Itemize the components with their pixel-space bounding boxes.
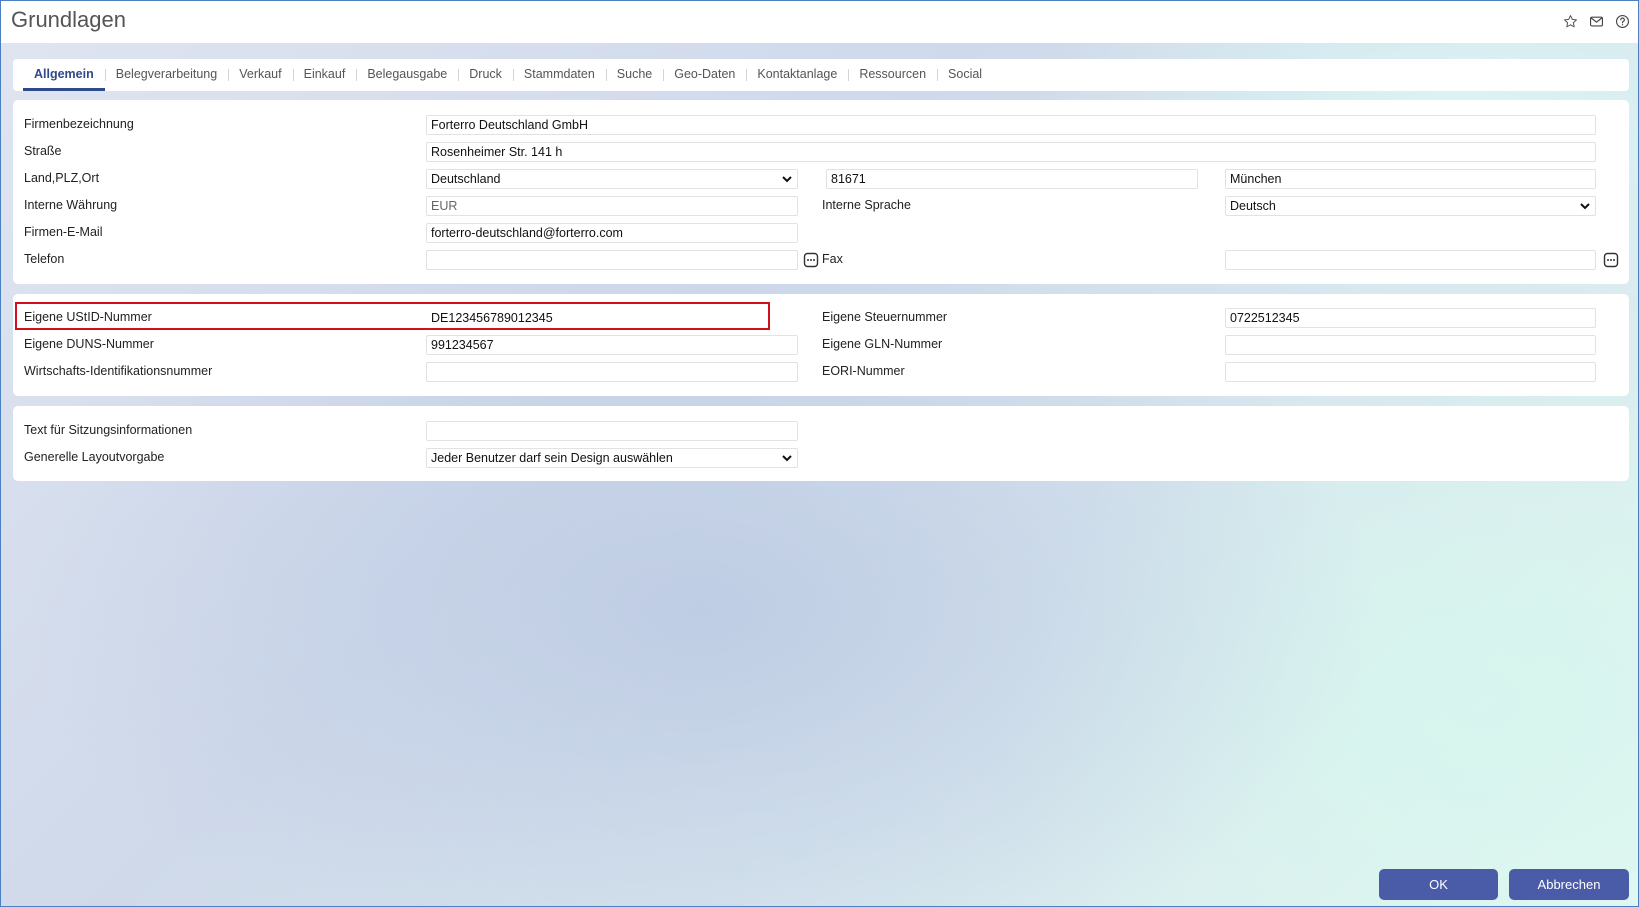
fax-input[interactable] [1225,250,1596,270]
language-select[interactable]: Deutsch [1225,196,1596,216]
phone-label: Telefon [24,252,65,266]
vat-id-label: Eigene UStID-Nummer [24,310,152,324]
zip-input[interactable] [826,169,1198,189]
tab-allgemein[interactable]: Allgemein [23,59,105,91]
eori-label: EORI-Nummer [822,364,905,378]
layout-label: Generelle Layoutvorgabe [24,450,165,464]
company-panel: Firmenbezeichnung Straße Land,PLZ,Ort De… [13,100,1629,284]
email-label: Firmen-E-Mail [24,225,103,239]
tab-einkauf[interactable]: Einkauf [292,59,357,91]
duns-input[interactable] [426,335,798,355]
chevron-down-icon [782,176,792,183]
tab-belegausgabe[interactable]: Belegausgabe [356,59,458,91]
tab-stammdaten[interactable]: Stammdaten [512,59,606,91]
more-options-icon[interactable] [1603,252,1619,268]
tax-number-input[interactable] [1225,308,1596,328]
economic-id-label: Wirtschafts-Identifikationsnummer [24,364,213,378]
more-options-icon[interactable] [803,252,819,268]
session-text-label: Text für Sitzungsinformationen [24,423,193,437]
tab-social[interactable]: Social [937,59,993,91]
country-value: Deutschland [431,172,501,186]
currency-input[interactable] [426,196,798,216]
chevron-down-icon [782,455,792,462]
currency-label: Interne Währung [24,198,118,212]
session-text-input[interactable] [426,421,798,441]
street-input[interactable] [426,142,1596,162]
star-icon[interactable] [1560,11,1580,31]
help-icon[interactable] [1612,11,1632,31]
layout-value: Jeder Benutzer darf sein Design auswähle… [431,451,673,465]
company-name-label: Firmenbezeichnung [24,117,134,131]
gln-label: Eigene GLN-Nummer [822,337,943,351]
tab-ressourcen[interactable]: Ressourcen [848,59,937,91]
duns-label: Eigene DUNS-Nummer [24,337,154,351]
tab-belegverarbeitung[interactable]: Belegverarbeitung [104,59,228,91]
tax-number-label: Eigene Steuernummer [822,310,948,324]
mail-icon[interactable] [1586,11,1606,31]
country-select[interactable]: Deutschland [426,169,798,189]
street-label: Straße [24,144,62,158]
gln-input[interactable] [1225,335,1596,355]
ok-button[interactable]: OK [1379,869,1498,900]
email-input[interactable] [426,223,798,243]
fax-label: Fax [822,252,843,266]
title-bar: Grundlagen [1,1,1638,43]
tab-druck[interactable]: Druck [458,59,513,91]
tab-verkauf[interactable]: Verkauf [228,59,292,91]
session-panel: Text für Sitzungsinformationen Generelle… [13,406,1629,481]
language-label: Interne Sprache [822,198,911,212]
language-value: Deutsch [1230,199,1276,213]
eori-input[interactable] [1225,362,1596,382]
economic-id-input[interactable] [426,362,798,382]
company-name-input[interactable] [426,115,1596,135]
tab-geo-daten[interactable]: Geo-Daten [663,59,746,91]
layout-select[interactable]: Jeder Benutzer darf sein Design auswähle… [426,448,798,468]
city-input[interactable] [1225,169,1596,189]
cancel-button[interactable]: Abbrechen [1509,869,1629,900]
ids-panel: Eigene UStID-Nummer Eigene Steuernummer … [13,294,1629,396]
tab-suche[interactable]: Suche [605,59,663,91]
country-zip-city-label: Land,PLZ,Ort [24,171,100,185]
tab-bar: Allgemein Belegverarbeitung Verkauf Eink… [13,59,1629,91]
window-title: Grundlagen [11,7,126,32]
tab-kontaktanlage[interactable]: Kontaktanlage [746,59,848,91]
vat-id-input[interactable] [426,308,798,328]
title-icons [1560,11,1632,31]
chevron-down-icon [1580,203,1590,210]
phone-input[interactable] [426,250,798,270]
